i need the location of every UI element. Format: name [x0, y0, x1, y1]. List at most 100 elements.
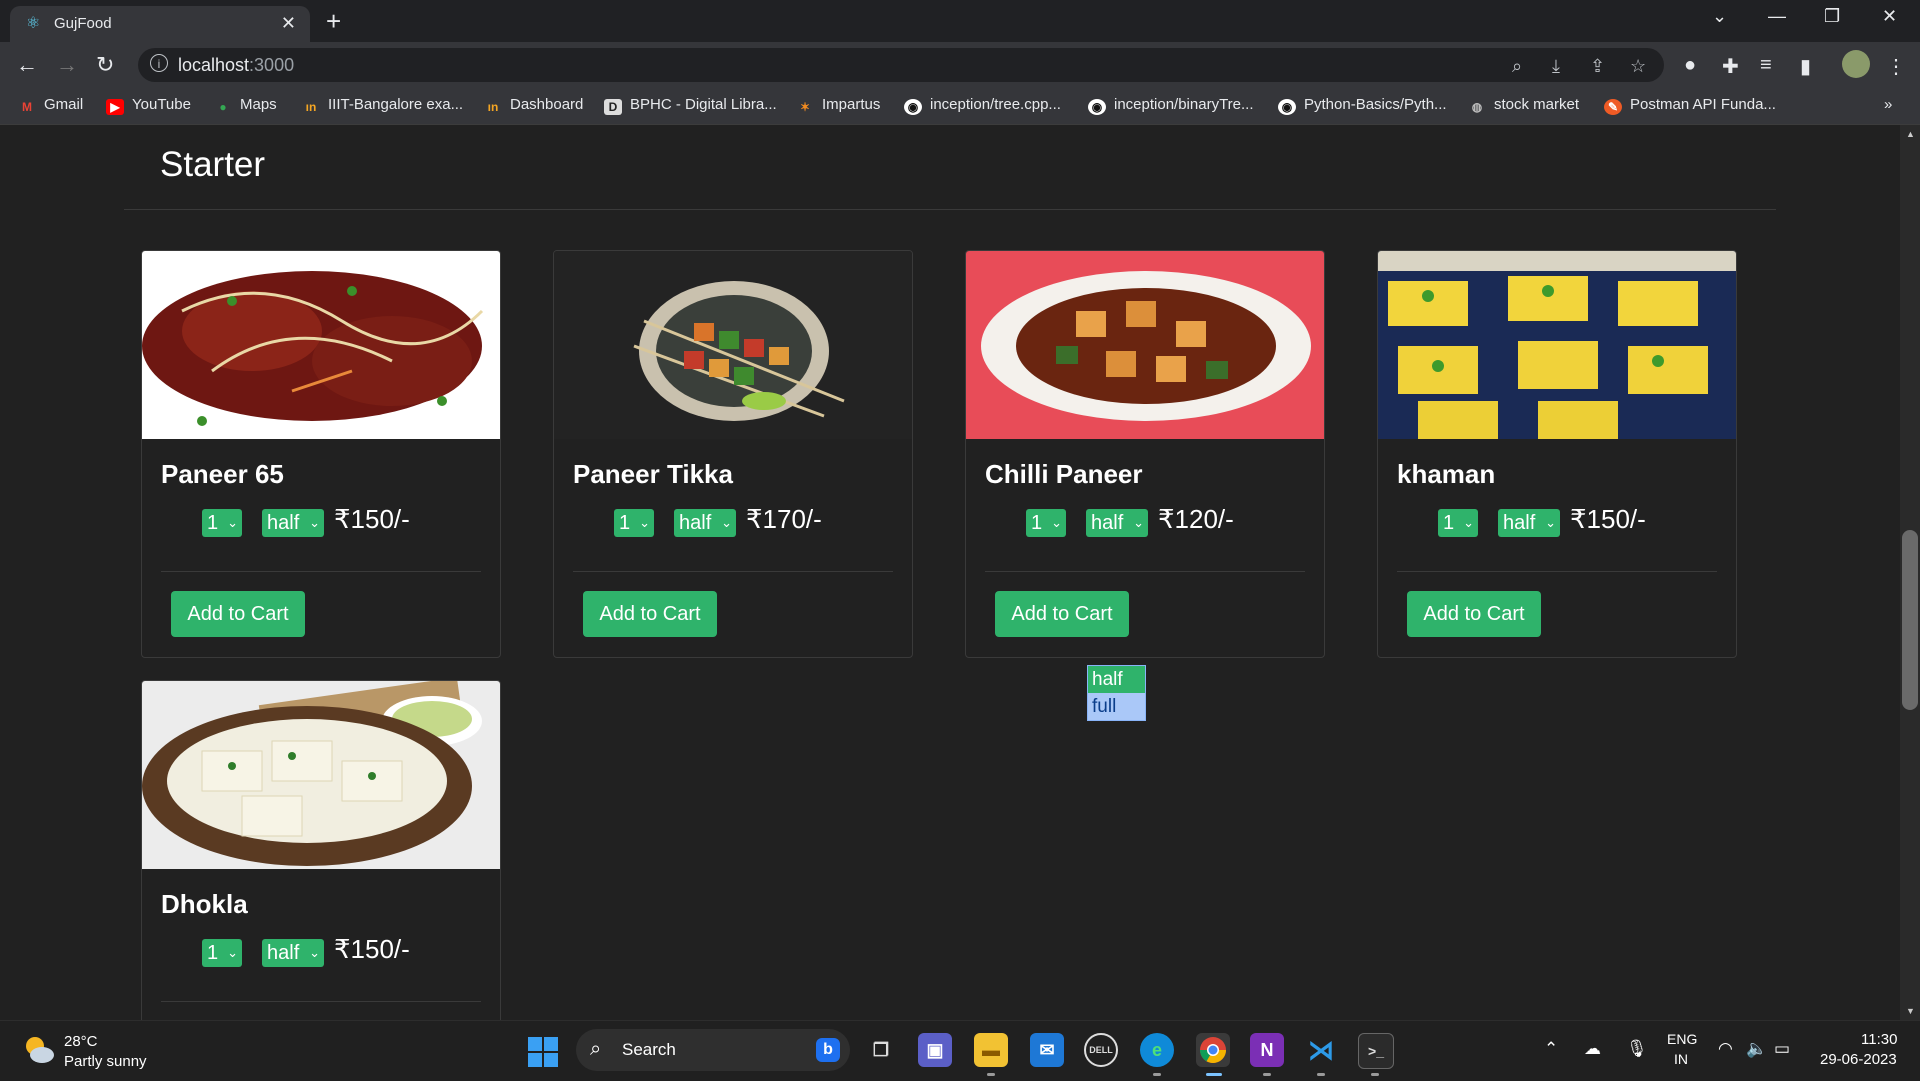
- close-tab-icon[interactable]: ✕: [281, 13, 296, 34]
- forward-icon[interactable]: →: [56, 52, 78, 78]
- edge-icon[interactable]: e: [1140, 1033, 1174, 1067]
- bookmark-stock-market[interactable]: ◍ stock market: [1468, 96, 1579, 115]
- food-card: Paneer 65 1 ⌄ half ⌄ ₹150/- Add to Cart: [141, 250, 501, 658]
- chevron-down-icon: ⌄: [227, 515, 238, 530]
- chrome-icon[interactable]: [1196, 1033, 1230, 1067]
- bookmark-impartus[interactable]: ✶ Impartus: [796, 96, 880, 115]
- teams-chat-icon[interactable]: ▣: [918, 1033, 952, 1067]
- running-indicator: [1263, 1073, 1271, 1076]
- site-info-icon[interactable]: i: [150, 54, 168, 72]
- item-price: ₹120/-: [1158, 504, 1234, 534]
- bookmark-binary-tree[interactable]: ◉ inception/binaryTre...: [1088, 96, 1254, 115]
- onenote-icon[interactable]: N: [1250, 1033, 1284, 1067]
- tab-search-chevron-icon[interactable]: ⌄: [1712, 6, 1727, 27]
- bookmark-dashboard[interactable]: ın Dashboard: [484, 96, 584, 115]
- quantity-select[interactable]: 1 ⌄: [202, 939, 242, 967]
- reload-icon[interactable]: ↻: [96, 52, 114, 78]
- battery-icon[interactable]: ▭: [1774, 1039, 1790, 1059]
- item-name: Chilli Paneer: [985, 459, 1143, 489]
- task-view-icon[interactable]: ❐: [864, 1033, 898, 1067]
- mail-icon[interactable]: ✉: [1030, 1033, 1064, 1067]
- clock-time[interactable]: 11:30: [1861, 1031, 1897, 1048]
- onedrive-icon[interactable]: ☁: [1584, 1039, 1601, 1059]
- quantity-select[interactable]: 1 ⌄: [1438, 509, 1478, 537]
- clock-date[interactable]: 29-06-2023: [1820, 1051, 1897, 1068]
- bookmark-bphc[interactable]: D BPHC - Digital Libra...: [604, 96, 777, 115]
- add-to-cart-button[interactable]: Add to Cart: [995, 591, 1129, 637]
- scroll-down-icon[interactable]: ▼: [1906, 1006, 1915, 1016]
- url-text[interactable]: localhost:3000: [178, 55, 294, 76]
- side-panel-icon[interactable]: ▮: [1800, 54, 1811, 79]
- size-option-half[interactable]: half: [1088, 666, 1145, 693]
- add-to-cart-button[interactable]: Add to Cart: [1407, 591, 1541, 637]
- quantity-select[interactable]: 1 ⌄: [1026, 509, 1066, 537]
- windows-start-icon[interactable]: [528, 1037, 558, 1067]
- quantity-select[interactable]: 1 ⌄: [202, 509, 242, 537]
- install-app-icon[interactable]: ⤓: [1552, 56, 1560, 77]
- minimize-icon[interactable]: —: [1768, 6, 1786, 27]
- bookmark-python-basics[interactable]: ◉ Python-Basics/Pyth...: [1278, 96, 1447, 115]
- bookmark-tree-cpp[interactable]: ◉ inception/tree.cpp...: [904, 96, 1061, 115]
- iiitb-icon: ın: [305, 100, 317, 114]
- impartus-icon: ✶: [799, 100, 811, 114]
- partly-sunny-icon[interactable]: [22, 1033, 56, 1067]
- size-select[interactable]: half ⌄: [262, 939, 324, 967]
- running-indicator: [1153, 1073, 1161, 1076]
- extension-icon[interactable]: ●: [1684, 54, 1696, 77]
- file-explorer-icon[interactable]: ▬: [974, 1033, 1008, 1067]
- size-select[interactable]: half ⌄: [1498, 509, 1560, 537]
- profile-avatar[interactable]: [1842, 50, 1870, 78]
- volume-icon[interactable]: 🔈: [1746, 1039, 1767, 1059]
- bookmark-gmail[interactable]: M Gmail: [18, 96, 83, 115]
- wifi-icon[interactable]: ◠: [1718, 1039, 1733, 1059]
- quantity-select[interactable]: 1 ⌄: [614, 509, 654, 537]
- chevron-down-icon: ⌄: [309, 515, 320, 530]
- bookmark-iiitb[interactable]: ın IIIT-Bangalore exa...: [302, 96, 463, 115]
- size-select[interactable]: half ⌄: [262, 509, 324, 537]
- address-bar[interactable]: i localhost:3000 ⌕ ⤓ ⇪ ☆: [138, 48, 1664, 82]
- food-card: Paneer Tikka 1 ⌄ half ⌄ ₹170/- Add to Cart: [553, 250, 913, 658]
- bing-icon[interactable]: b: [816, 1038, 840, 1062]
- bookmarks-overflow-icon[interactable]: »: [1884, 96, 1892, 113]
- size-select[interactable]: half ⌄: [1086, 509, 1148, 537]
- new-tab-button[interactable]: +: [326, 6, 341, 36]
- react-favicon-icon: ⚛: [26, 15, 41, 32]
- zoom-search-icon[interactable]: ⌕: [1512, 56, 1522, 77]
- weather-temperature[interactable]: 28°C: [64, 1033, 98, 1050]
- language-region[interactable]: IN: [1674, 1051, 1688, 1067]
- bookmark-youtube[interactable]: ▶ YouTube: [106, 96, 191, 115]
- food-image-chilli-paneer: [966, 251, 1324, 439]
- dell-icon[interactable]: DELL: [1084, 1033, 1118, 1067]
- chevron-down-icon: ⌄: [227, 945, 238, 960]
- bookmark-maps[interactable]: ● Maps: [214, 96, 276, 115]
- add-to-cart-button[interactable]: Add to Cart: [583, 591, 717, 637]
- bookmark-postman[interactable]: ✎ Postman API Funda...: [1604, 96, 1776, 115]
- terminal-icon[interactable]: >_: [1358, 1033, 1394, 1069]
- taskbar-search-box[interactable]: ⌕ Search b: [576, 1029, 850, 1071]
- bookmark-star-icon[interactable]: ☆: [1630, 56, 1646, 77]
- restore-icon[interactable]: ❐: [1824, 6, 1840, 27]
- browser-toolbar: ← → ↻ i localhost:3000 ⌕ ⤓ ⇪ ☆ ● ✚ ≡ ▮ ⋮: [0, 42, 1920, 88]
- github-icon: ◉: [1278, 99, 1296, 115]
- share-icon[interactable]: ⇪: [1590, 56, 1605, 77]
- menu-kebab-icon[interactable]: ⋮: [1886, 54, 1906, 79]
- extensions-puzzle-icon[interactable]: ✚: [1722, 54, 1739, 79]
- add-to-cart-button[interactable]: Add to Cart: [171, 591, 305, 637]
- taskbar-search-label: Search: [622, 1040, 676, 1059]
- close-window-icon[interactable]: ✕: [1882, 6, 1897, 27]
- vscode-icon[interactable]: ⋊: [1304, 1033, 1338, 1067]
- page-scrollbar[interactable]: ▲ ▼: [1900, 125, 1920, 1020]
- show-hidden-icons-chevron-icon[interactable]: ⌃: [1544, 1039, 1558, 1059]
- back-icon[interactable]: ←: [16, 52, 38, 78]
- item-name: Dhokla: [161, 889, 248, 919]
- scroll-up-icon[interactable]: ▲: [1906, 129, 1915, 139]
- browser-tab[interactable]: ⚛ GujFood ✕: [10, 6, 310, 42]
- size-option-full[interactable]: full: [1088, 693, 1145, 720]
- weather-description[interactable]: Partly sunny: [64, 1053, 147, 1070]
- size-select[interactable]: half ⌄: [674, 509, 736, 537]
- microphone-icon[interactable]: 🎙: [1626, 1039, 1648, 1059]
- language-indicator[interactable]: ENG: [1667, 1031, 1697, 1047]
- scrollbar-thumb[interactable]: [1902, 530, 1918, 710]
- search-icon: ⌕: [590, 1038, 602, 1060]
- media-queue-icon[interactable]: ≡: [1760, 54, 1772, 77]
